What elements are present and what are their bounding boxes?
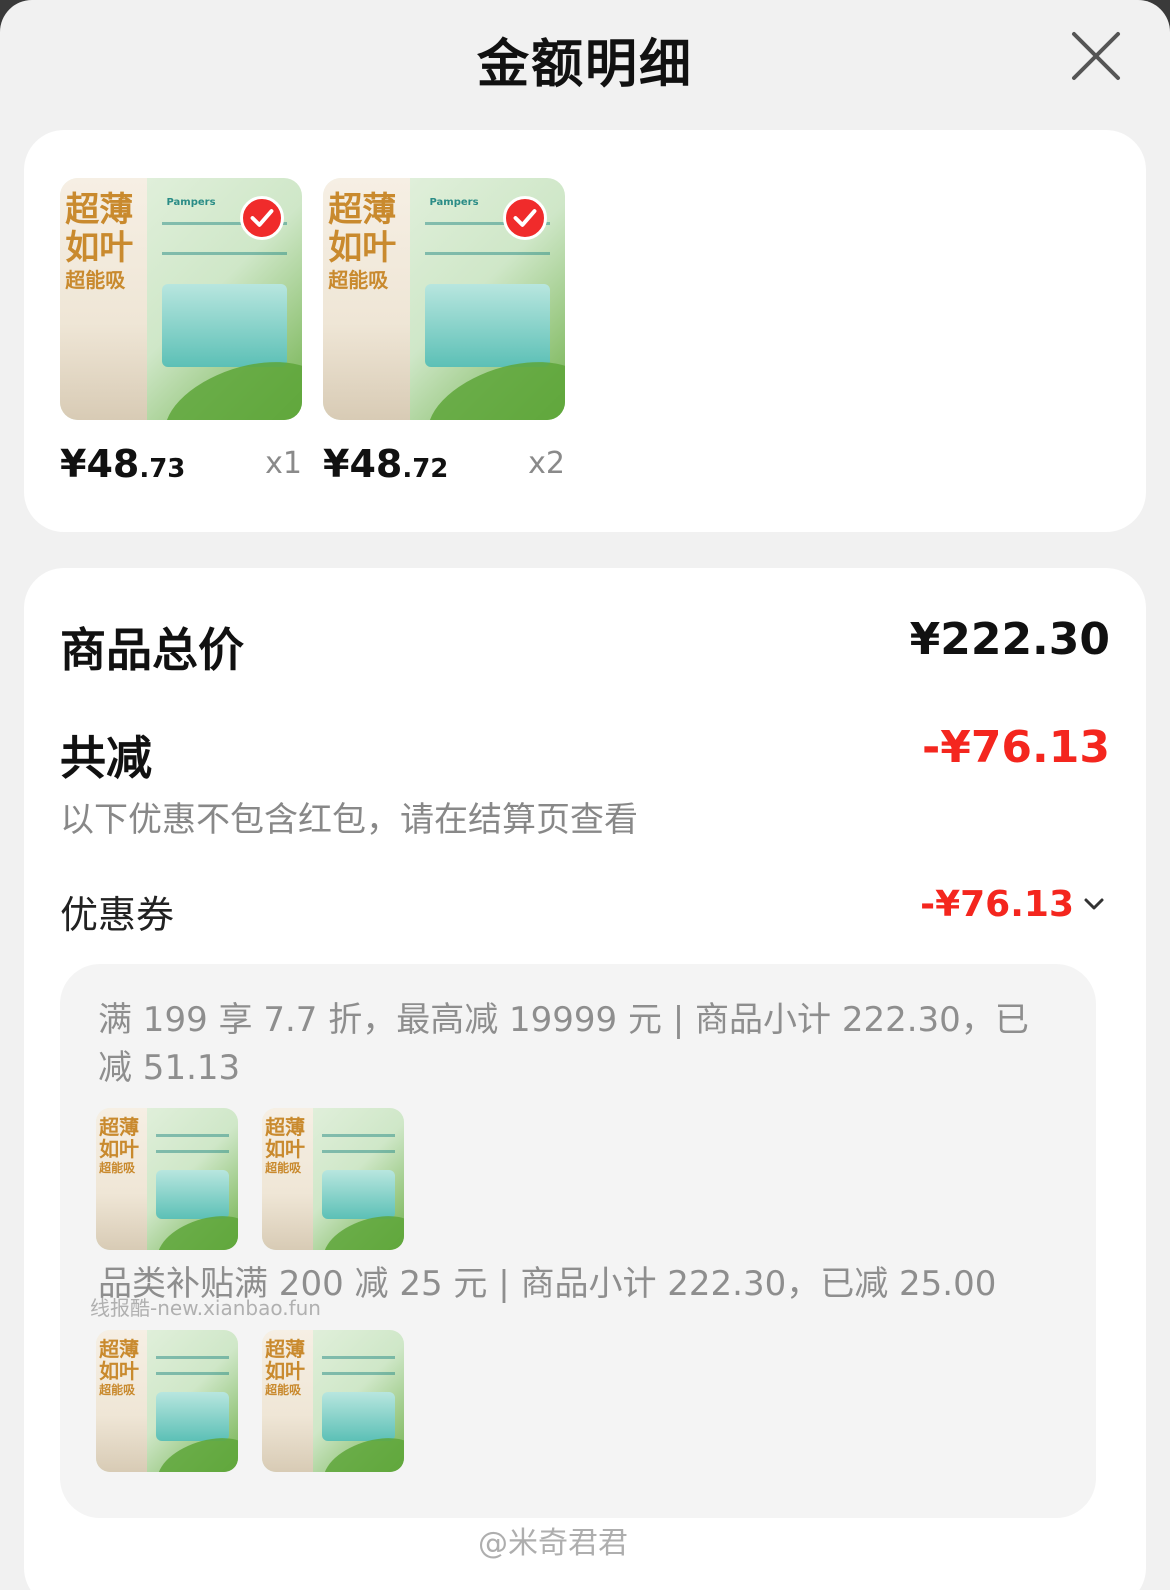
discount-label: 共减	[60, 731, 152, 785]
coupon-label: 优惠券	[60, 893, 175, 937]
coupon-row[interactable]: 优惠券 -¥76.13	[60, 884, 1110, 937]
product-thumbnail: 超薄 如叶 超能吸	[96, 1108, 238, 1250]
close-icon[interactable]	[1068, 28, 1124, 84]
coupon-value: -¥76.13	[920, 884, 1074, 925]
total-price-label: 商品总价	[60, 623, 244, 677]
total-price-row: 商品总价 ¥222.30	[60, 614, 1110, 677]
checkmark-icon	[240, 196, 284, 240]
discount-value: -¥76.13	[921, 722, 1110, 773]
product-item[interactable]: 超薄 如叶 超能吸 Pampers ¥48.72 x2	[323, 178, 565, 490]
site-watermark: 线报酷-new.xianbao.fun	[90, 1296, 321, 1320]
discount-note: 以下优惠不包含红包，请在结算页查看	[60, 800, 638, 840]
rule-product-thumbs: 超薄 如叶 超能吸 超薄 如叶 超能吸	[96, 1108, 404, 1250]
rule-product-thumbs: 超薄 如叶 超能吸 超薄 如叶 超能吸	[96, 1330, 404, 1472]
coupon-detail-panel: 满 199 享 7.7 折，最高减 19999 元 | 商品小计 222.30，…	[60, 964, 1096, 1518]
product-item[interactable]: 超薄 如叶 超能吸 Pampers ¥48.73 x1	[60, 178, 302, 490]
amount-detail-sheet: 金额明细 超薄 如叶 超能吸 Pampers ¥48.73 x1 超薄 如叶 超…	[0, 0, 1170, 1590]
discount-row: 共减 -¥76.13	[60, 722, 1110, 785]
checkmark-icon	[503, 196, 547, 240]
sheet-title: 金额明细	[476, 35, 693, 95]
product-price: ¥48.72	[323, 442, 449, 486]
total-price-value: ¥222.30	[909, 614, 1110, 665]
weibo-watermark: @米奇君君	[478, 1526, 628, 1561]
coupon-rule-text: 满 199 享 7.7 折，最高减 19999 元 | 商品小计 222.30，…	[98, 1000, 1029, 1088]
product-thumbnail: 超薄 如叶 超能吸	[96, 1330, 238, 1472]
product-image: 超薄 如叶 超能吸 Pampers	[323, 178, 565, 420]
product-quantity: x2	[528, 446, 565, 481]
products-card: 超薄 如叶 超能吸 Pampers ¥48.73 x1 超薄 如叶 超能吸 Pa…	[24, 130, 1146, 532]
chevron-down-icon[interactable]	[1078, 888, 1110, 920]
product-price: ¥48.73	[60, 442, 186, 486]
product-thumbnail: 超薄 如叶 超能吸	[262, 1330, 404, 1472]
product-image: 超薄 如叶 超能吸 Pampers	[60, 178, 302, 420]
product-quantity: x1	[265, 446, 302, 481]
summary-card: 商品总价 ¥222.30 共减 -¥76.13 以下优惠不包含红包，请在结算页查…	[24, 568, 1146, 1590]
product-thumbnail: 超薄 如叶 超能吸	[262, 1108, 404, 1250]
